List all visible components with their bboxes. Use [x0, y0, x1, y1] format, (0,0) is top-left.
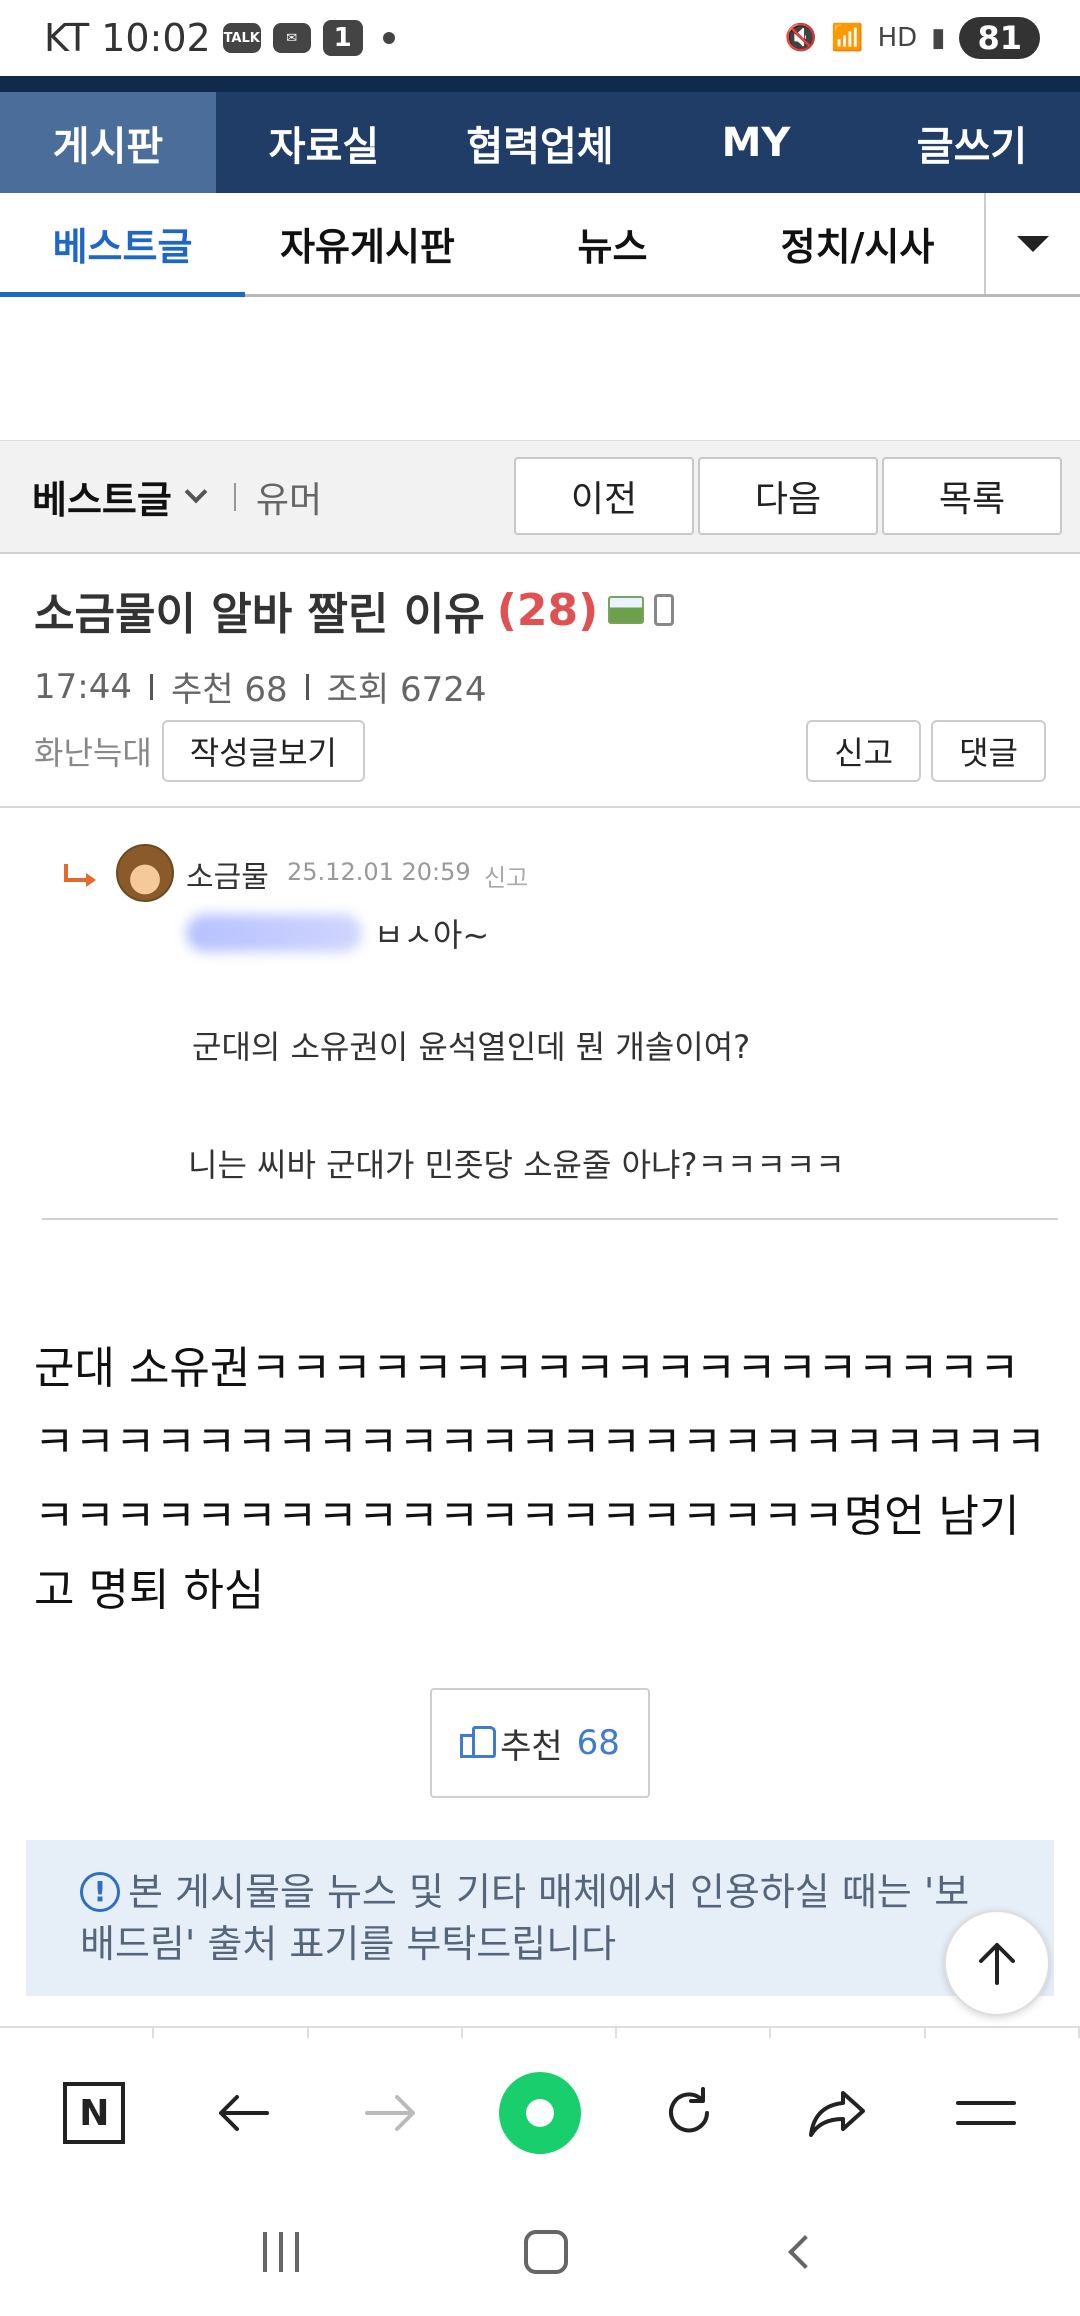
- tab-best[interactable]: 베스트글: [0, 193, 245, 297]
- back-button[interactable]: [193, 2063, 293, 2163]
- notification-dot-icon: [382, 32, 395, 44]
- divider: [42, 1218, 1058, 1220]
- mobile-icon: [654, 594, 675, 626]
- carrier-label: KT: [44, 16, 90, 60]
- main-nav: 게시판 자료실 협력업체 MY 글쓰기: [0, 76, 1080, 193]
- battery-indicator: 81: [959, 17, 1040, 59]
- meta-divider: [149, 673, 153, 700]
- back-arrow-icon: [218, 2095, 269, 2131]
- system-nav-bar: [0, 2188, 1080, 2316]
- notice-text: 본 게시물을 뉴스 및 기타 매체에서 인용하실 때는 '보배드림' 출처 표기…: [80, 1870, 970, 1966]
- mail-icon: ✉: [272, 23, 311, 53]
- green-dot-button[interactable]: [490, 2063, 590, 2163]
- quoted-line-3: 니는 씨바 군대가 민좃당 소윤줄 아냐?ㅋㅋㅋㅋㅋ: [188, 1146, 845, 1184]
- recommend-label: 추천: [500, 1726, 563, 1767]
- category-label: 유머: [255, 479, 323, 521]
- forward-arrow-icon: [365, 2095, 416, 2131]
- notification-count-badge: 1: [322, 20, 363, 56]
- main-nav-partners[interactable]: 협력업체: [432, 92, 648, 193]
- recommend-count: 68: [576, 1723, 620, 1763]
- thumbs-up-icon: [460, 1726, 497, 1758]
- image-icon: [608, 596, 645, 624]
- mute-icon: 🔇: [784, 23, 818, 53]
- quoted-line-1: ㅂㅅ아~: [374, 916, 490, 954]
- main-nav-write[interactable]: 글쓰기: [864, 92, 1080, 193]
- avatar: [116, 844, 174, 902]
- info-icon: !: [80, 1871, 120, 1912]
- post-meta: 17:44 추천 68 조회 6724: [34, 662, 487, 711]
- list-button[interactable]: 목록: [882, 457, 1062, 535]
- recent-apps-button[interactable]: [262, 2232, 299, 2272]
- chevron-down-icon[interactable]: [184, 480, 208, 503]
- quoted-username: 소금물: [186, 860, 269, 895]
- meta-divider: [305, 673, 309, 700]
- dropdown-triangle-icon: [1017, 235, 1049, 252]
- main-nav-my[interactable]: MY: [648, 92, 864, 193]
- system-back-button[interactable]: [788, 2235, 823, 2269]
- main-nav-library[interactable]: 자료실: [216, 92, 432, 193]
- sub-nav: 베스트글 자유게시판 뉴스 정치/시사: [0, 193, 1080, 297]
- tab-politics[interactable]: 정치/시사: [735, 193, 980, 294]
- post-time: 17:44: [34, 666, 132, 707]
- arrow-up-icon: [979, 1943, 1015, 1985]
- naver-n-icon: N: [63, 2082, 126, 2144]
- talk-icon: TALK: [222, 23, 261, 53]
- home-button[interactable]: [523, 2230, 568, 2274]
- divider: [0, 806, 1080, 808]
- prev-button[interactable]: 이전: [514, 457, 694, 535]
- board-bar: 베스트글 유머 이전 다음 목록: [0, 440, 1080, 554]
- menu-button[interactable]: [936, 2063, 1036, 2163]
- menu-icon: [955, 2101, 1016, 2125]
- quoted-date: 25.12.01 20:59: [287, 858, 471, 886]
- citation-notice: ! 본 게시물을 뉴스 및 기타 매체에서 인용하실 때는 '보배드림' 출처 표…: [26, 1840, 1054, 1996]
- reply-arrow-icon: [64, 864, 96, 887]
- next-button[interactable]: 다음: [698, 457, 878, 535]
- author-name[interactable]: 화난늑대: [34, 728, 152, 774]
- clock: 10:02: [101, 16, 211, 60]
- author-posts-button[interactable]: 작성글보기: [161, 720, 365, 782]
- post-title: 소금물이 알바 짤린 이유: [34, 589, 485, 640]
- comment-count[interactable]: (28): [497, 585, 598, 636]
- comment-button[interactable]: 댓글: [931, 720, 1046, 782]
- board-name[interactable]: 베스트글: [32, 469, 172, 524]
- divider: [233, 482, 236, 511]
- green-dot-icon: [498, 2072, 581, 2154]
- quoted-line-2: 군대의 소유권이 윤석열인데 뭔 개솔이여?: [192, 1028, 751, 1066]
- refresh-button[interactable]: [639, 2063, 739, 2163]
- main-nav-board[interactable]: 게시판: [0, 92, 216, 193]
- recommend-button[interactable]: 추천 68: [430, 1688, 650, 1798]
- post-recommend-count: 추천 68: [170, 670, 288, 710]
- refresh-icon: [668, 2087, 709, 2133]
- tab-strip: [0, 2026, 1080, 2038]
- naver-home-button[interactable]: N: [44, 2063, 144, 2163]
- hd-icon: HD: [877, 23, 918, 53]
- wifi-icon: 📶: [831, 23, 864, 53]
- signal-icon: ▮: [931, 23, 946, 53]
- more-tabs-button[interactable]: [984, 193, 1080, 294]
- author-row: 화난늑대 작성글보기 신고 댓글: [34, 720, 1046, 782]
- blurred-mention: [186, 914, 362, 952]
- quoted-report: 신고: [484, 864, 529, 892]
- post-view-count: 조회 6724: [326, 670, 487, 710]
- share-button[interactable]: [787, 2063, 887, 2163]
- share-icon: [809, 2091, 866, 2137]
- forward-button[interactable]: [341, 2063, 441, 2163]
- tab-news[interactable]: 뉴스: [490, 193, 735, 294]
- browser-toolbar: N: [0, 2038, 1080, 2188]
- report-button[interactable]: 신고: [806, 720, 922, 782]
- post-body: 군대 소유권ㅋㅋㅋㅋㅋㅋㅋㅋㅋㅋㅋㅋㅋㅋㅋㅋㅋㅋㅋㅋㅋㅋㅋㅋㅋㅋㅋㅋㅋㅋㅋㅋㅋㅋ…: [34, 1343, 1046, 1616]
- status-bar: KT 10:02 TALK ✉ 1 🔇 📶 HD ▮ 81: [0, 0, 1080, 76]
- post-nav-buttons: 이전 다음 목록: [514, 457, 1062, 535]
- post-title-row: 소금물이 알바 짤린 이유 (28): [34, 578, 675, 642]
- scroll-to-top-button[interactable]: [944, 1910, 1050, 2016]
- tab-free-board[interactable]: 자유게시판: [245, 193, 490, 294]
